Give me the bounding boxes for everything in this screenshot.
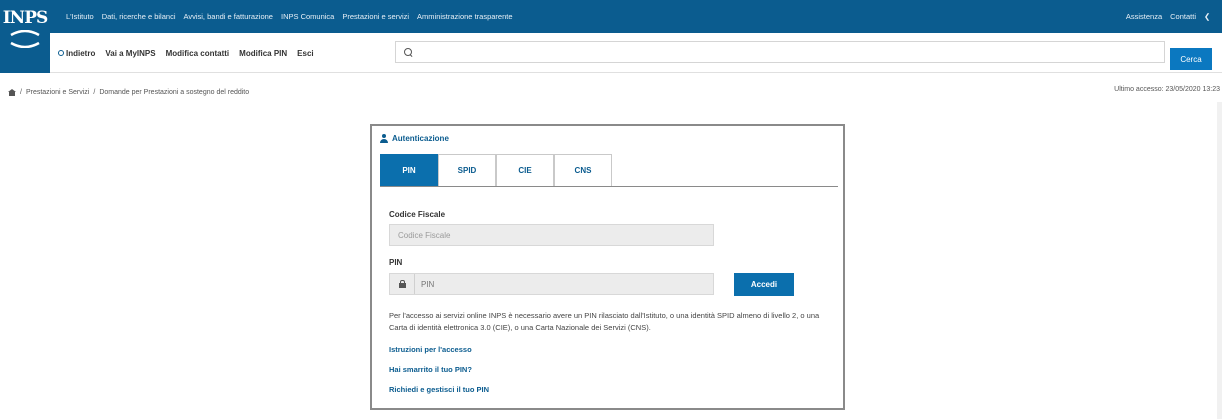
topnav-prestazioni[interactable]: Prestazioni e servizi: [342, 12, 409, 21]
istruzioni-link[interactable]: Istruzioni per l'accesso: [389, 345, 472, 354]
search-box: [395, 41, 1165, 63]
gestisci-pin-link[interactable]: Richiedi e gestisci il tuo PIN: [389, 385, 489, 394]
topnav-comunica[interactable]: INPS Comunica: [281, 12, 334, 21]
inps-logo[interactable]: INPS: [0, 0, 50, 73]
top-bar: L'Istituto Dati, ricerche e bilanci Avvi…: [0, 0, 1222, 33]
back-label: Indietro: [66, 48, 96, 58]
topnav-istituto[interactable]: L'Istituto: [66, 12, 94, 21]
accedi-button[interactable]: Accedi: [734, 273, 794, 296]
pin-input[interactable]: [415, 274, 695, 294]
back-link[interactable]: Indietro: [58, 49, 95, 58]
top-right-links: Assistenza Contatti ❮: [1126, 0, 1214, 33]
search-icon: [404, 47, 413, 57]
modifica-contatti-link[interactable]: Modifica contatti: [166, 49, 230, 58]
contatti-link[interactable]: Contatti: [1170, 12, 1196, 21]
auth-info-text: Per l'accesso ai servizi online INPS è n…: [389, 311, 820, 332]
codice-fiscale-label: Codice Fiscale: [389, 210, 446, 219]
secondary-nav: Indietro Vai a MyINPS Modifica contatti …: [50, 33, 1222, 73]
search-input[interactable]: [420, 42, 1164, 62]
logo-mark-icon: [10, 30, 40, 48]
esci-link[interactable]: Esci: [297, 49, 313, 58]
topnav-trasparenza[interactable]: Amministrazione trasparente: [417, 12, 512, 21]
top-nav: L'Istituto Dati, ricerche e bilanci Avvi…: [66, 0, 513, 33]
codice-fiscale-field[interactable]: Codice Fiscale: [389, 224, 714, 246]
topnav-dati[interactable]: Dati, ricerche e bilanci: [102, 12, 176, 21]
pin-smarrito-link[interactable]: Hai smarrito il tuo PIN?: [389, 365, 472, 374]
auth-title: Autenticazione: [392, 134, 449, 143]
user-icon: [380, 134, 388, 143]
search-button[interactable]: Cerca: [1170, 48, 1212, 70]
auth-panel: Autenticazione PIN SPID CIE CNS Codice F…: [370, 124, 845, 410]
tab-cns[interactable]: CNS: [554, 154, 612, 186]
lock-box: [390, 274, 415, 294]
topnav-avvisi[interactable]: Avvisi, bandi e fatturazione: [183, 12, 273, 21]
last-access-info: Ultimo accesso: 23/05/2020 13:23: [1114, 86, 1220, 93]
back-icon: [58, 50, 64, 56]
pin-field-group: [389, 273, 714, 295]
tab-pin[interactable]: PIN: [380, 154, 438, 186]
share-icon[interactable]: ❮: [1204, 12, 1214, 22]
myinps-link[interactable]: Vai a MyINPS: [105, 49, 155, 58]
page-scrollbar[interactable]: [1217, 102, 1222, 419]
tab-spid[interactable]: SPID: [438, 154, 496, 186]
logo-text: INPS: [2, 8, 49, 28]
breadcrumb-separator: /: [93, 88, 96, 96]
pin-label: PIN: [389, 258, 403, 267]
assistenza-link[interactable]: Assistenza: [1126, 12, 1162, 21]
breadcrumb-item[interactable]: Prestazioni e Servizi: [26, 89, 89, 96]
modifica-pin-link[interactable]: Modifica PIN: [239, 49, 287, 58]
tab-cie[interactable]: CIE: [496, 154, 554, 186]
auth-header: Autenticazione: [380, 134, 449, 143]
home-icon[interactable]: [8, 88, 16, 96]
breadcrumb-separator: /: [20, 88, 22, 96]
auth-tabs: PIN SPID CIE CNS: [380, 154, 838, 187]
breadcrumb-item: Domande per Prestazioni a sostegno del r…: [99, 88, 250, 96]
user-links: Indietro Vai a MyINPS Modifica contatti …: [58, 33, 314, 73]
lock-icon: [398, 280, 406, 288]
breadcrumb: / Prestazioni e Servizi / Domande per Pr…: [8, 86, 249, 98]
